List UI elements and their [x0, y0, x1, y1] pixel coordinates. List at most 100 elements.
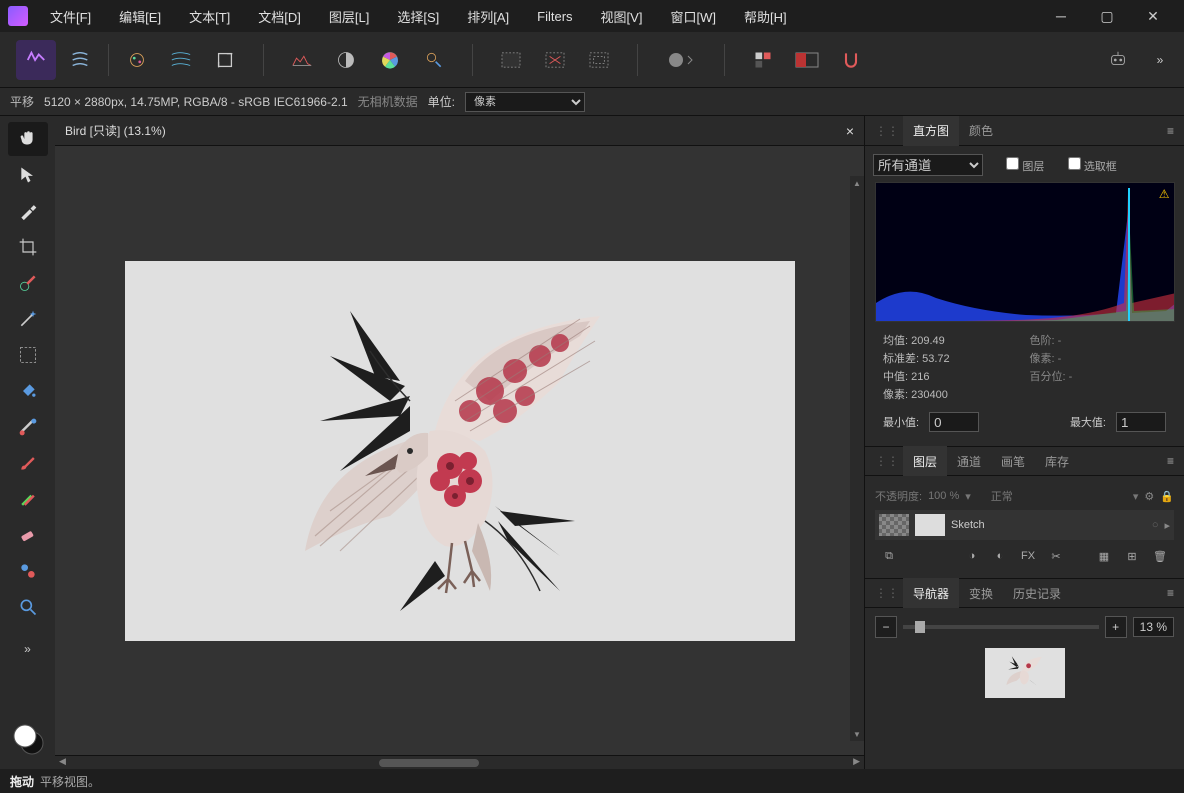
assistant-icon[interactable] — [1098, 40, 1138, 80]
layer-expand-icon[interactable]: ▸ — [1164, 519, 1170, 532]
menu-window[interactable]: 窗口[W] — [656, 0, 730, 32]
window-maximize-icon[interactable]: ▢ — [1084, 0, 1130, 32]
invert-select-icon[interactable] — [579, 40, 619, 80]
selection-brush-tool-icon[interactable] — [8, 266, 48, 300]
deselect-icon[interactable] — [535, 40, 575, 80]
menu-file[interactable]: 文件[F] — [36, 0, 105, 32]
menu-layer[interactable]: 图层[L] — [315, 0, 383, 32]
menu-edit[interactable]: 编辑[E] — [105, 0, 175, 32]
tab-close-icon[interactable]: × — [846, 123, 854, 139]
lock-icon[interactable]: 🔒 — [1160, 490, 1174, 503]
adjust-icon[interactable]: ◐ — [990, 546, 1010, 566]
menu-help[interactable]: 帮助[H] — [730, 0, 801, 32]
layer-group-icon[interactable]: ⧉ — [879, 546, 899, 566]
panel-menu-icon[interactable]: ≡ — [1157, 124, 1184, 138]
unit-select[interactable]: 像素 — [465, 92, 585, 112]
selection-checkbox[interactable] — [1068, 157, 1081, 170]
tab-brushes[interactable]: 画笔 — [991, 446, 1035, 476]
gradient-tool-icon[interactable] — [8, 410, 48, 444]
erase-tool-icon[interactable] — [8, 518, 48, 552]
magic-wand-tool-icon[interactable] — [8, 302, 48, 336]
auto-colors-icon[interactable] — [370, 40, 410, 80]
menu-arrange[interactable]: 排列[A] — [453, 0, 523, 32]
arrange-icon[interactable] — [743, 40, 783, 80]
tab-channels[interactable]: 通道 — [947, 446, 991, 476]
window-minimize-icon[interactable]: ─ — [1038, 0, 1084, 32]
tab-history[interactable]: 历史记录 — [1003, 578, 1071, 608]
paint-brush-tool-icon[interactable] — [8, 446, 48, 480]
max-input[interactable] — [1116, 412, 1166, 432]
tab-navigator[interactable]: 导航器 — [903, 578, 959, 608]
marquee-tool-icon[interactable] — [8, 338, 48, 372]
layer-name-label[interactable]: Sketch — [951, 519, 985, 531]
scrollbar-thumb[interactable] — [379, 759, 479, 767]
min-input[interactable] — [929, 412, 979, 432]
scroll-down-icon[interactable]: ▼ — [850, 727, 864, 741]
tab-color[interactable]: 颜色 — [959, 116, 1003, 146]
crop-tool-icon[interactable] — [8, 230, 48, 264]
mask-icon[interactable]: ◑ — [962, 546, 982, 566]
crop-icon[interactable] — [205, 40, 245, 80]
panel-grip-icon[interactable]: ⋮⋮ — [875, 586, 903, 600]
zoom-in-button[interactable]: + — [1105, 616, 1127, 638]
canvas[interactable] — [125, 261, 795, 641]
layer-mask-thumb[interactable] — [879, 514, 909, 536]
opacity-value[interactable]: 100 % — [928, 490, 959, 502]
fx-icon[interactable]: FX — [1018, 546, 1038, 566]
zoom-tool-icon[interactable] — [8, 590, 48, 624]
toggle-ui-icon[interactable] — [787, 40, 827, 80]
color-picker-tool-icon[interactable] — [8, 194, 48, 228]
window-close-icon[interactable]: ✕ — [1130, 0, 1176, 32]
toolbar-overflow-icon[interactable]: » — [1146, 40, 1174, 80]
panel-menu-icon[interactable]: ≡ — [1157, 586, 1184, 600]
color-swatch-icon[interactable] — [10, 721, 46, 757]
panel-grip-icon[interactable]: ⋮⋮ — [875, 454, 903, 468]
tab-histogram[interactable]: 直方图 — [903, 116, 959, 146]
paint-mixer-tool-icon[interactable] — [8, 482, 48, 516]
select-all-icon[interactable] — [491, 40, 531, 80]
menu-view[interactable]: 视图[V] — [587, 0, 657, 32]
blend-mode-select[interactable]: 正常 — [991, 488, 1013, 504]
document-tab[interactable]: Bird [只读] (13.1%) × — [55, 116, 864, 146]
menu-document[interactable]: 文档[D] — [244, 0, 315, 32]
hand-tool-icon[interactable] — [8, 122, 48, 156]
clone-brush-tool-icon[interactable] — [8, 554, 48, 588]
scrollbar-vertical[interactable]: ▲ ▼ — [850, 176, 864, 741]
quickmask-icon[interactable] — [656, 40, 706, 80]
tab-transform[interactable]: 变换 — [959, 578, 1003, 608]
menu-select[interactable]: 选择[S] — [383, 0, 453, 32]
auto-contrast-icon[interactable] — [326, 40, 366, 80]
panel-grip-icon[interactable]: ⋮⋮ — [875, 124, 903, 138]
tab-stock[interactable]: 库存 — [1035, 446, 1079, 476]
zoom-value[interactable]: 13 % — [1133, 617, 1174, 637]
snapping-icon[interactable] — [831, 40, 871, 80]
scroll-up-icon[interactable]: ▲ — [850, 176, 864, 190]
persona-photo-icon[interactable] — [16, 40, 56, 80]
layer-visible-icon[interactable]: ○ — [1152, 519, 1159, 531]
adjust-levels-icon[interactable] — [117, 40, 157, 80]
tools-overflow-icon[interactable]: » — [8, 632, 48, 666]
zoom-slider[interactable] — [903, 625, 1099, 629]
layer-thumb[interactable] — [915, 514, 945, 536]
crop-layer-icon[interactable]: ✂ — [1046, 546, 1066, 566]
navigator-thumbnail[interactable] — [985, 648, 1065, 698]
tab-layers[interactable]: 图层 — [903, 446, 947, 476]
layer-row[interactable]: Sketch ○ ▸ — [875, 510, 1174, 540]
adjust-curves-icon[interactable] — [161, 40, 201, 80]
duplicate-layer-icon[interactable]: ⊞ — [1122, 546, 1142, 566]
add-layer-icon[interactable]: ▦ — [1094, 546, 1114, 566]
channel-select[interactable]: 所有通道 — [873, 154, 983, 176]
auto-wb-icon[interactable] — [414, 40, 454, 80]
menu-filters[interactable]: Filters — [523, 0, 586, 32]
menu-text[interactable]: 文本[T] — [175, 0, 244, 32]
move-tool-icon[interactable] — [8, 158, 48, 192]
persona-liquify-icon[interactable] — [60, 40, 100, 80]
auto-levels-icon[interactable] — [282, 40, 322, 80]
flood-fill-tool-icon[interactable] — [8, 374, 48, 408]
canvas-area[interactable]: ▲ ▼ — [55, 146, 864, 755]
scrollbar-horizontal[interactable]: ◀ ▶ — [55, 755, 864, 769]
layer-checkbox[interactable] — [1006, 157, 1019, 170]
panel-menu-icon[interactable]: ≡ — [1157, 454, 1184, 468]
zoom-out-button[interactable]: − — [875, 616, 897, 638]
delete-layer-icon[interactable]: 🗑 — [1150, 546, 1170, 566]
